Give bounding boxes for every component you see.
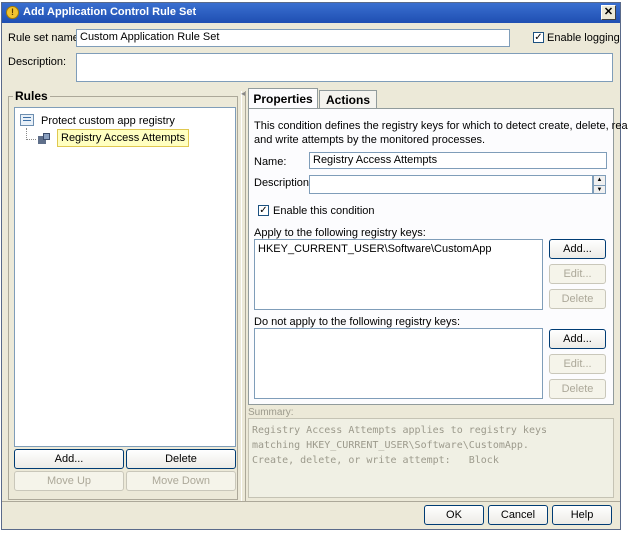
not-apply-keys-label: Do not apply to the following registry k… bbox=[254, 316, 461, 328]
spin-up-icon[interactable]: ▲ bbox=[594, 176, 605, 184]
collapse-left-icon[interactable]: ◂ bbox=[241, 89, 245, 98]
not-apply-delete-button[interactable]: Delete bbox=[549, 379, 606, 399]
summary-label: Summary: bbox=[248, 407, 294, 418]
condition-description-label: Description: bbox=[254, 177, 313, 189]
rule-add-button[interactable]: Add... bbox=[14, 449, 124, 469]
rules-group-label: Rules bbox=[13, 89, 50, 103]
condition-intro-line1: This condition defines the registry keys… bbox=[254, 120, 628, 132]
apply-add-button[interactable]: Add... bbox=[549, 239, 606, 259]
not-apply-add-button[interactable]: Add... bbox=[549, 329, 606, 349]
close-button[interactable]: ✕ bbox=[601, 5, 616, 20]
rules-tree[interactable]: Protect custom app registry Registry Acc… bbox=[14, 107, 236, 447]
spin-down-icon[interactable]: ▼ bbox=[594, 185, 605, 194]
enable-logging-checkbox[interactable]: ✓ bbox=[533, 32, 544, 43]
summary-line3: Create, delete, or write attempt: Block bbox=[252, 455, 499, 466]
tree-connector bbox=[26, 139, 36, 141]
apply-keys-label: Apply to the following registry keys: bbox=[254, 227, 426, 239]
rule-set-icon bbox=[20, 114, 34, 126]
ruleset-description-label: Description: bbox=[8, 56, 67, 68]
properties-panel: This condition defines the registry keys… bbox=[248, 108, 628, 405]
apply-edit-button[interactable]: Edit... bbox=[549, 264, 606, 284]
description-spinner[interactable]: ▲ ▼ bbox=[593, 175, 606, 194]
app-shield-icon: ! bbox=[6, 6, 19, 19]
panel-splitter[interactable] bbox=[241, 91, 246, 501]
tree-item-rule-set[interactable]: Protect custom app registry bbox=[41, 115, 175, 127]
tab-actions[interactable]: Actions bbox=[319, 90, 377, 109]
tree-item-condition-selected[interactable]: Registry Access Attempts bbox=[57, 129, 190, 147]
summary-line1: Registry Access Attempts applies to regi… bbox=[252, 425, 548, 436]
title-bar: ! Add Application Control Rule Set ✕ bbox=[2, 3, 620, 23]
condition-intro-line2: and write attempts by the monitored proc… bbox=[254, 134, 486, 146]
rule-move-down-button[interactable]: Move Down bbox=[126, 471, 236, 491]
rule-move-up-button[interactable]: Move Up bbox=[14, 471, 124, 491]
ruleset-description-input[interactable] bbox=[76, 53, 613, 82]
condition-description-input[interactable] bbox=[309, 175, 593, 194]
ruleset-name-input[interactable]: Custom Application Rule Set bbox=[76, 29, 510, 47]
summary-box: Registry Access Attempts applies to regi… bbox=[248, 418, 614, 498]
enable-logging-label: Enable logging bbox=[547, 32, 620, 44]
rule-delete-button[interactable]: Delete bbox=[126, 449, 236, 469]
enable-condition-checkbox[interactable]: ✓ bbox=[258, 205, 269, 216]
dialog-window: ! Add Application Control Rule Set ✕ Rul… bbox=[1, 2, 628, 530]
apply-delete-button[interactable]: Delete bbox=[549, 289, 606, 309]
not-apply-keys-list[interactable] bbox=[254, 328, 543, 399]
footer-divider bbox=[2, 501, 620, 502]
ruleset-name-label: Rule set name: bbox=[8, 32, 82, 44]
cancel-button[interactable]: Cancel bbox=[488, 505, 548, 525]
ok-button[interactable]: OK bbox=[424, 505, 484, 525]
summary-line2: matching HKEY_CURRENT_USER\Software\Cust… bbox=[252, 440, 529, 451]
enable-condition-label: Enable this condition bbox=[273, 205, 375, 217]
window-title: Add Application Control Rule Set bbox=[23, 6, 197, 18]
not-apply-edit-button[interactable]: Edit... bbox=[549, 354, 606, 374]
apply-key-item[interactable]: HKEY_CURRENT_USER\Software\CustomApp bbox=[258, 243, 539, 255]
apply-keys-list[interactable]: HKEY_CURRENT_USER\Software\CustomApp bbox=[254, 239, 543, 310]
registry-condition-icon bbox=[37, 132, 51, 145]
condition-name-label: Name: bbox=[254, 156, 287, 168]
tab-properties[interactable]: Properties bbox=[248, 88, 318, 109]
help-button[interactable]: Help bbox=[552, 505, 612, 525]
condition-name-input[interactable]: Registry Access Attempts bbox=[309, 152, 607, 169]
